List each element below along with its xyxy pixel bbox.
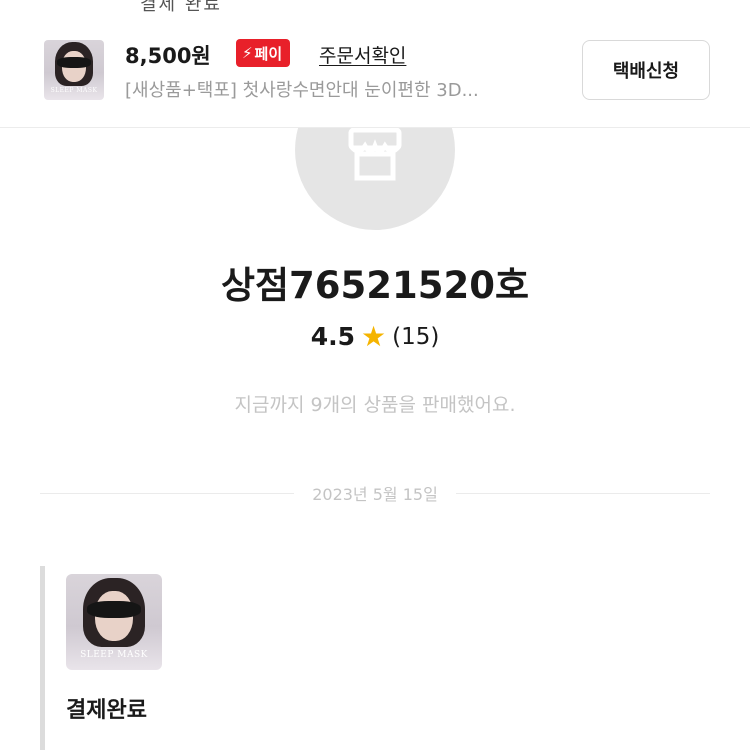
product-thumbnail[interactable]: SLEEP MASK [44, 40, 104, 100]
product-price: 8,500원 [125, 44, 211, 68]
message-card-accent [40, 566, 45, 750]
top-clipped-label: 결제 완료 [140, 0, 222, 14]
date-label: 2023년 5월 15일 [312, 485, 438, 504]
thumb-label: SLEEP MASK [80, 650, 148, 661]
star-icon: ★ [360, 319, 387, 353]
store-icon [348, 127, 402, 181]
sleep-mask-icon [87, 600, 141, 619]
order-confirm-link[interactable]: 주문서확인 [319, 41, 406, 68]
product-title: [새상품+택포] 첫사랑수면안대 눈이편한 3D... [125, 80, 479, 101]
shop-sales-summary: 지금까지 9개의 상품을 판매했어요. [234, 394, 516, 416]
rating-score: 4.5 [310, 322, 355, 351]
product-header: SLEEP MASK 8,500원 ⚡ 페이 주문서확인 [새상품+택포] 첫사… [0, 14, 750, 128]
sleep-mask-icon [57, 56, 91, 68]
thumb-label: SLEEP MASK [50, 87, 98, 94]
message-product-thumbnail[interactable]: SLEEP MASK [66, 574, 162, 670]
parcel-request-button[interactable]: 택배신청 [582, 40, 710, 100]
divider [455, 492, 710, 494]
date-separator: 2023년 5월 15일 [40, 480, 710, 506]
pay-badge-label: 페이 [254, 44, 283, 63]
shop-name[interactable]: 상점76521520호 [0, 255, 750, 309]
pay-badge: ⚡ 페이 [236, 39, 291, 67]
payment-status: 결제완료 [66, 698, 147, 723]
shop-rating[interactable]: 4.5 ★ (15) [0, 322, 750, 351]
lightning-icon: ⚡ [242, 44, 253, 62]
review-count: (15) [392, 323, 440, 350]
top-clipped-text: 결제 완료 [0, 0, 750, 14]
divider [40, 492, 295, 494]
